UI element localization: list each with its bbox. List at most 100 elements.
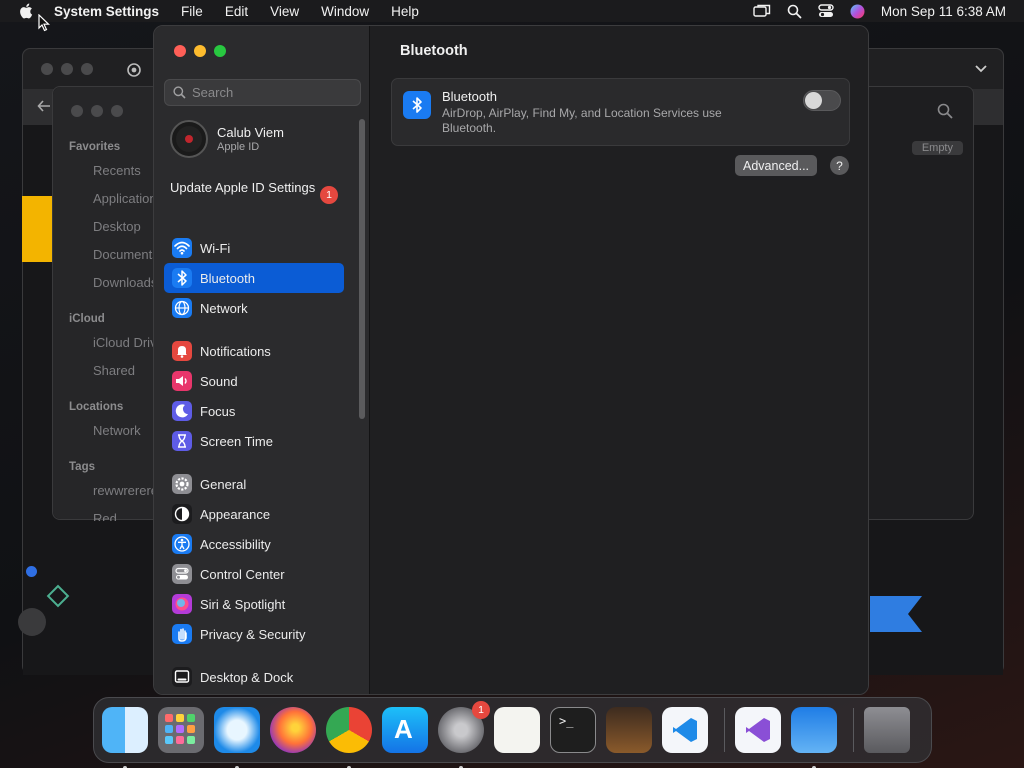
finder-item[interactable]: Desktop <box>93 219 141 234</box>
screen-mirroring-icon[interactable] <box>753 4 771 18</box>
sidebar-item-general[interactable]: General <box>164 469 344 499</box>
sidebar-item-screen-time[interactable]: Screen Time <box>164 426 344 456</box>
sidebar-item-network[interactable]: Network <box>164 293 344 323</box>
sidebar-item-desktop-dock[interactable]: Desktop & Dock <box>164 662 344 692</box>
bluetooth-pane: Bluetooth Bluetooth AirDrop, AirPlay, Fi… <box>370 26 868 694</box>
finder-item[interactable]: Downloads <box>93 275 157 290</box>
launchpad-icon[interactable] <box>158 707 204 753</box>
profile-name: Calub Viem <box>217 125 284 140</box>
search-field[interactable] <box>164 79 361 106</box>
sidebar-item-bluetooth[interactable]: Bluetooth <box>164 263 344 293</box>
control-center-icon[interactable] <box>818 4 834 18</box>
chrome-icon[interactable] <box>326 707 372 768</box>
hand-icon <box>172 624 192 644</box>
menu-bar-clock[interactable]: Mon Sep 11 6:38 AM <box>881 4 1006 19</box>
minimize-button[interactable] <box>194 45 206 57</box>
accessibility-icon <box>172 534 192 554</box>
system-settings-window[interactable]: Calub Viem Apple ID Update Apple ID Sett… <box>153 25 869 695</box>
bell-icon <box>172 341 192 361</box>
trash-icon[interactable] <box>864 707 910 753</box>
system-settings-icon[interactable]: 1 <box>438 701 490 768</box>
sidebar-item-label: Accessibility <box>200 536 271 552</box>
bluetooth-row-description: AirDrop, AirPlay, Find My, and Location … <box>442 106 722 135</box>
toggle-knob <box>805 92 822 109</box>
apple-menu-icon[interactable] <box>18 2 36 20</box>
sidebar-item-label: Network <box>200 300 248 316</box>
app-store-icon[interactable]: A <box>382 707 428 753</box>
sidebar-item-label: Privacy & Security <box>200 626 306 642</box>
sidebar-item-label: Desktop & Dock <box>200 669 294 685</box>
bluetooth-row-title: Bluetooth <box>442 89 497 104</box>
sidebar-item-label: Notifications <box>200 343 271 359</box>
sidebar-item-sound[interactable]: Sound <box>164 366 344 396</box>
bluetooth-card: Bluetooth AirDrop, AirPlay, Find My, and… <box>391 78 850 146</box>
sidebar-item-appearance[interactable]: Appearance <box>164 499 344 529</box>
menu-view[interactable]: View <box>270 4 299 19</box>
chrome-tab-icon <box>127 63 141 77</box>
menu-app-name[interactable]: System Settings <box>54 4 159 19</box>
menu-file[interactable]: File <box>181 4 203 19</box>
chevron-down-icon[interactable] <box>975 65 987 73</box>
sidebar-item-focus[interactable]: Focus <box>164 396 344 426</box>
apple-id-profile[interactable]: Calub Viem Apple ID <box>170 119 350 159</box>
finder-sidebar: Favorites Recents Applications Desktop D… <box>53 87 164 521</box>
advanced-button[interactable]: Advanced... <box>735 155 818 176</box>
sidebar-item-privacy-security[interactable]: Privacy & Security <box>164 619 344 649</box>
finder-icon[interactable] <box>102 707 148 768</box>
terminal-icon[interactable]: >_ <box>550 707 596 753</box>
bluetooth-icon <box>403 91 431 119</box>
back-arrow-icon[interactable] <box>37 99 51 113</box>
sidebar-item-notifications[interactable]: Notifications <box>164 336 344 366</box>
finder-section-tags: Tags <box>69 461 95 473</box>
search-icon[interactable] <box>937 103 953 119</box>
update-apple-id-item[interactable]: Update Apple ID Settings <box>170 180 340 196</box>
sidebar-item-accessibility[interactable]: Accessibility <box>164 529 344 559</box>
search-input[interactable] <box>192 85 352 100</box>
finder-item[interactable]: Recents <box>93 163 141 178</box>
textedit-icon[interactable] <box>494 707 540 753</box>
close-button[interactable] <box>174 45 186 57</box>
zoom-button[interactable] <box>214 45 226 57</box>
dock-badge: 1 <box>472 701 490 719</box>
sidebar-item-control-center[interactable]: Control Center <box>164 559 344 589</box>
sidebar-item-siri-spotlight[interactable]: Siri & Spotlight <box>164 589 344 619</box>
sidebar-item-label: Focus <box>200 403 236 419</box>
update-badge: 1 <box>320 186 338 204</box>
finder-item[interactable]: Red <box>93 511 117 521</box>
control-center-icon <box>172 564 192 584</box>
sidebar-scrollbar[interactable] <box>359 119 365 419</box>
weather-icon[interactable] <box>791 707 837 768</box>
hourglass-icon <box>172 431 192 451</box>
moon-icon <box>172 401 192 421</box>
avatar <box>170 120 208 158</box>
profile-subtitle: Apple ID <box>217 141 260 153</box>
vscode-icon[interactable] <box>662 707 708 753</box>
finder-item[interactable]: Documents <box>93 247 159 262</box>
sidebar-item-label: Control Center <box>200 566 285 582</box>
help-button[interactable]: ? <box>830 156 849 175</box>
wifi-icon <box>172 238 192 258</box>
bluetooth-toggle[interactable] <box>803 90 841 111</box>
sidebar-item-label: General <box>200 476 247 492</box>
firefox-icon[interactable] <box>270 707 316 753</box>
sidebar-item-label: Appearance <box>200 506 271 522</box>
gear-icon <box>172 474 192 494</box>
menu-help[interactable]: Help <box>391 4 419 19</box>
visual-studio-icon[interactable] <box>735 707 781 753</box>
yellow-graphic <box>22 196 52 262</box>
menu-window[interactable]: Window <box>321 4 369 19</box>
sidebar-item-label: Screen Time <box>200 433 273 449</box>
finder-item[interactable]: rewwrerere <box>93 483 158 498</box>
spotlight-search-icon[interactable] <box>787 4 802 19</box>
finder-item[interactable]: Network <box>93 423 141 438</box>
sidebar-item-wi-fi[interactable]: Wi-Fi <box>164 233 344 263</box>
siri-icon[interactable] <box>850 4 865 19</box>
finder-empty-badge: Empty <box>911 141 963 155</box>
safari-icon[interactable] <box>214 707 260 768</box>
finder-item[interactable]: Shared <box>93 363 135 378</box>
mouse-cursor-icon <box>38 14 50 32</box>
menu-edit[interactable]: Edit <box>225 4 248 19</box>
blue-dot-graphic <box>26 566 37 577</box>
garageband-icon[interactable] <box>606 707 652 753</box>
blue-ribbon-graphic <box>870 596 922 632</box>
